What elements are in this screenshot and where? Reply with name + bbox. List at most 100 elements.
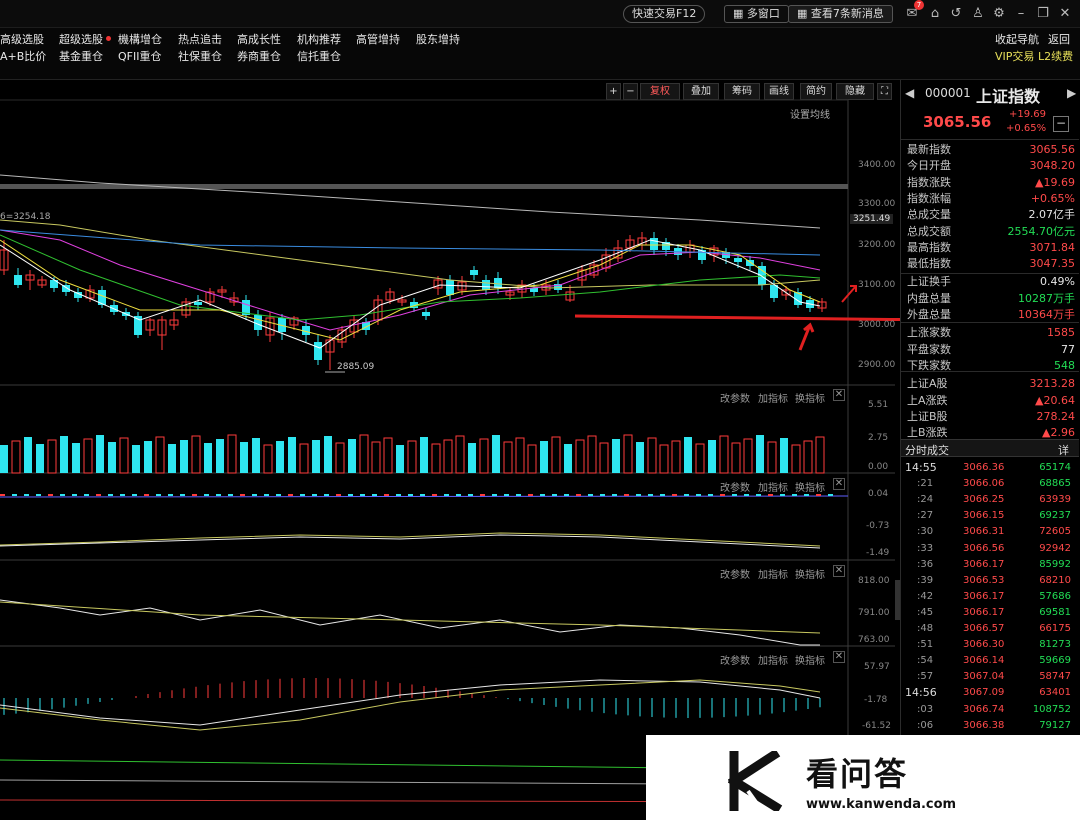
tick-price: 3066.17	[963, 590, 1005, 602]
quote-label: 今日开盘	[907, 159, 951, 173]
volume-bar	[240, 442, 248, 473]
volume-bar	[515, 437, 525, 474]
tick-volume: 59669	[1039, 655, 1071, 667]
back-icon[interactable]: ↺	[947, 5, 965, 23]
indicator-bar	[324, 494, 329, 496]
mail-icon[interactable]: ✉ 7	[903, 0, 924, 23]
kline-chart[interactable]	[0, 80, 900, 820]
quote-row: 今日开盘 3048.20	[905, 158, 1077, 174]
indicator-line	[0, 495, 849, 498]
edit-params-button[interactable]: 改参数	[720, 479, 750, 494]
tick-row: :54 3066.14 59669	[901, 653, 1079, 669]
tick-time: :57	[917, 671, 934, 683]
indicator-bar	[648, 494, 653, 496]
collapse-icon[interactable]: −	[1053, 116, 1069, 132]
close-panel-icon[interactable]: ✕	[833, 478, 845, 490]
tick-price: 3066.74	[963, 703, 1005, 715]
close-panel-icon[interactable]: ✕	[833, 565, 845, 577]
menu-item[interactable]: 社保重仓	[178, 48, 222, 64]
l2-renew-link[interactable]: L2续费	[1038, 48, 1073, 64]
restore-icon[interactable]: ❐	[1034, 5, 1052, 23]
edit-params-button[interactable]: 改参数	[720, 566, 750, 581]
minimize-icon[interactable]: –	[1012, 5, 1030, 23]
menu-item[interactable]: 機構增仓	[118, 31, 162, 47]
candle-down	[14, 275, 22, 285]
indicator-bar	[48, 494, 53, 496]
menu-item[interactable]: A+B比价	[0, 48, 46, 64]
multi-window-button[interactable]: ▦ 多窗口	[724, 5, 789, 23]
return-link[interactable]: 返回	[1048, 31, 1070, 47]
quote-label: 平盘家数	[907, 342, 951, 356]
indicator-bar	[252, 494, 257, 496]
indicator-bar	[204, 494, 209, 496]
home-icon[interactable]: ⌂	[926, 5, 944, 23]
indicator-bar	[60, 494, 65, 496]
quick-trade-button[interactable]: 快速交易F12	[623, 5, 706, 23]
vip-trade-link[interactable]: VIP交易	[995, 48, 1034, 64]
switch-indicator-button[interactable]: 换指标	[795, 652, 825, 667]
tick-time: 14:56	[905, 686, 937, 700]
tick-volume: 63939	[1039, 494, 1071, 506]
menu-item[interactable]: 券商重仓	[237, 48, 281, 64]
ma-value-label: 6=3254.18	[0, 212, 51, 222]
settings-icon[interactable]: ⚙	[990, 5, 1008, 23]
edit-params-button[interactable]: 改参数	[720, 652, 750, 667]
prev-stock-icon[interactable]: ◀	[905, 86, 914, 100]
indicator-bar	[516, 494, 521, 496]
switch-indicator-button[interactable]: 换指标	[795, 566, 825, 581]
menu-item[interactable]: QFII重仓	[118, 48, 161, 64]
news-button[interactable]: ▦ 查看7条新消息	[788, 5, 893, 23]
indicator-line	[0, 601, 821, 634]
tick-time: :45	[917, 606, 934, 618]
menu-item[interactable]: 高管增持	[356, 31, 400, 47]
volume-bar	[24, 437, 32, 473]
indicator-bar	[480, 494, 485, 496]
ticks-detail-button[interactable]: 详	[1058, 442, 1069, 458]
add-indicator-button[interactable]: 加指标	[758, 390, 788, 405]
menu-item[interactable]: 热点追击	[178, 31, 222, 47]
shirt-icon[interactable]: ♙	[969, 5, 987, 23]
switch-indicator-button[interactable]: 换指标	[795, 390, 825, 405]
volume-bar	[623, 434, 633, 474]
quote-value: 3213.28	[1029, 377, 1076, 391]
menu-item[interactable]: 基金重仓	[59, 48, 103, 64]
menu-item[interactable]: 信托重仓	[297, 48, 341, 64]
indicator-bar	[24, 494, 29, 496]
tick-row: :45 3066.17 69581	[901, 605, 1079, 621]
menu-item[interactable]: 高成长性	[237, 31, 281, 47]
volume-bar	[324, 436, 332, 473]
volume-bar	[312, 440, 320, 473]
close-icon[interactable]: ✕	[1056, 5, 1074, 23]
edit-params-button[interactable]: 改参数	[720, 390, 750, 405]
add-indicator-button[interactable]: 加指标	[758, 566, 788, 581]
indicator-bar	[336, 494, 341, 496]
volume-bar	[11, 440, 21, 474]
volume-bar	[743, 438, 753, 474]
tick-time: :39	[917, 574, 934, 586]
collapse-nav-link[interactable]: 收起导航	[995, 31, 1039, 47]
add-indicator-button[interactable]: 加指标	[758, 479, 788, 494]
volume-bar	[348, 439, 356, 473]
menu-item[interactable]: 高级选股	[0, 31, 44, 47]
tick-row: :33 3066.56 92942	[901, 541, 1079, 557]
volume-bar	[803, 440, 813, 474]
menu-item[interactable]: 超级选股	[59, 31, 111, 47]
indicator-bar	[372, 494, 377, 496]
indicator-bar	[708, 494, 713, 496]
next-stock-icon[interactable]: ▶	[1067, 86, 1076, 100]
menu-item[interactable]: 股东增持	[416, 31, 460, 47]
title-bar: 快速交易F12 ▦ 多窗口 ▦ 查看7条新消息 ✉ 7 ⌂ ↺ ♙ ⚙ – ❐ ✕	[0, 0, 1080, 28]
tick-time: :54	[917, 655, 934, 667]
volume-bar	[263, 444, 273, 474]
volume-bar	[299, 443, 309, 474]
close-panel-icon[interactable]: ✕	[833, 651, 845, 663]
tick-row: :36 3066.17 85992	[901, 557, 1079, 573]
indicator-bar	[300, 494, 305, 496]
tick-volume: 69237	[1039, 510, 1071, 522]
switch-indicator-button[interactable]: 换指标	[795, 479, 825, 494]
menu-item[interactable]: 机构推荐	[297, 31, 341, 47]
tick-price: 3066.17	[963, 606, 1005, 618]
quote-label: 上A涨跌	[907, 393, 948, 407]
add-indicator-button[interactable]: 加指标	[758, 652, 788, 667]
close-panel-icon[interactable]: ✕	[833, 389, 845, 401]
